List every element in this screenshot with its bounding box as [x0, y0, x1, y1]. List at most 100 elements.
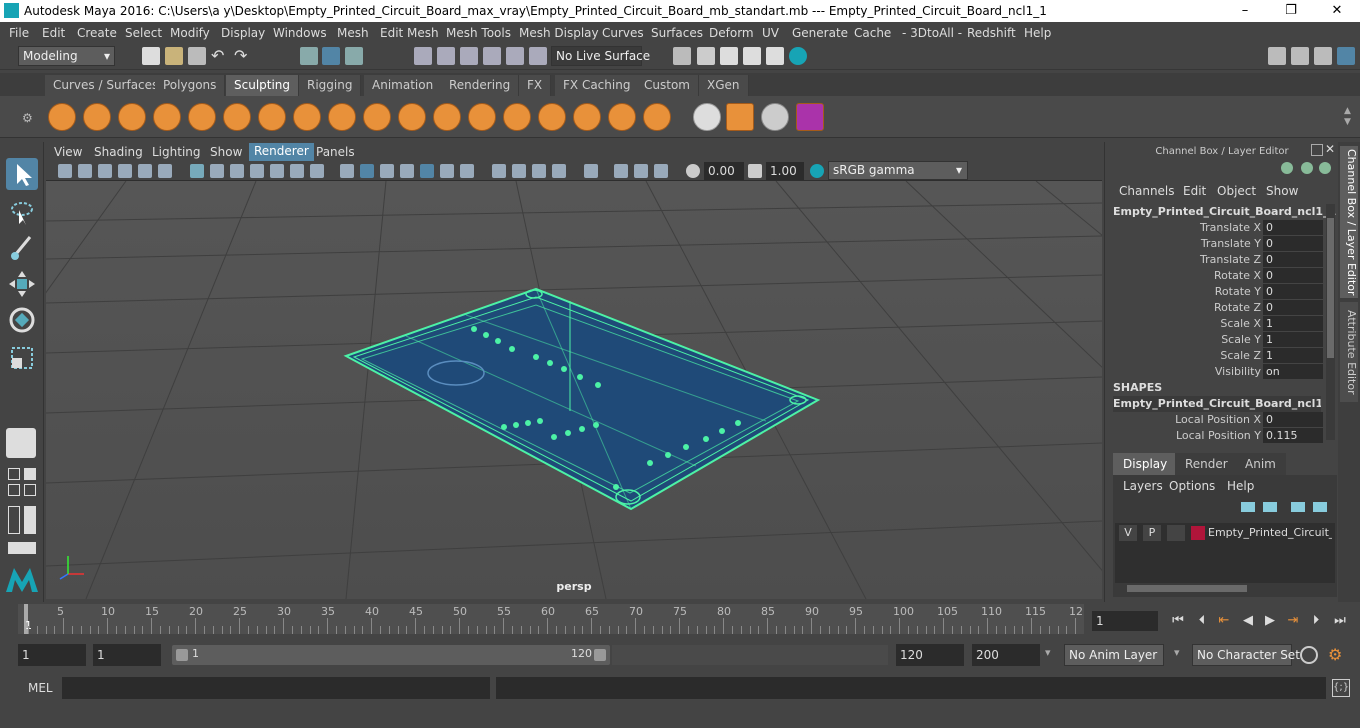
sculpt-target-icon[interactable] [796, 103, 824, 131]
camera-attributes-icon[interactable] [78, 164, 92, 178]
wax-tool-icon[interactable] [398, 103, 426, 131]
attr-scale-z[interactable]: Scale Z1 [1105, 348, 1323, 364]
chevron-down-icon[interactable]: ▾ [1174, 646, 1180, 659]
float-panel-icon[interactable] [1311, 144, 1323, 156]
menu-display[interactable]: Display [221, 26, 265, 40]
shelf-tab-polygons[interactable]: Polygons [155, 75, 226, 96]
undo-icon[interactable]: ↶ [211, 47, 229, 65]
menu-file[interactable]: File [9, 26, 29, 40]
range-slider-start-handle[interactable] [176, 649, 188, 661]
new-layer-from-selected-icon[interactable] [1263, 502, 1277, 512]
minimize-button[interactable]: – [1222, 1, 1268, 21]
menu-mesh-tools[interactable]: Mesh Tools [446, 26, 511, 40]
perspective-viewport[interactable]: persp [46, 181, 1102, 599]
live-surface-field[interactable]: No Live Surface [551, 46, 650, 66]
go-to-start-icon[interactable]: ⏮ [1170, 613, 1186, 629]
shelf-tab-fx[interactable]: FX [519, 75, 552, 96]
resolution-gate-icon[interactable] [230, 164, 244, 178]
viewport-menu-lighting[interactable]: Lighting [148, 145, 205, 159]
redo-icon[interactable]: ↷ [234, 47, 252, 65]
attr-rotate-y[interactable]: Rotate Y0 [1105, 284, 1323, 300]
graph-editor-layout-icon[interactable] [24, 506, 36, 534]
mask-icon[interactable] [761, 103, 789, 131]
step-back-icon[interactable]: ⏴ [1194, 613, 1210, 629]
menu-mesh[interactable]: Mesh [337, 26, 369, 40]
image-plane-icon[interactable] [118, 164, 132, 178]
attr-value[interactable]: 0 [1263, 268, 1323, 283]
tab-channel-box-layer-editor[interactable]: Channel Box / Layer Editor [1340, 146, 1358, 298]
cb-menu-show[interactable]: Show [1266, 184, 1298, 198]
bulge-tool-icon[interactable] [573, 103, 601, 131]
field-chart-icon[interactable] [270, 164, 284, 178]
depth-of-field-icon[interactable] [552, 164, 566, 178]
safe-action-icon[interactable] [290, 164, 304, 178]
attr-value[interactable]: 0 [1263, 284, 1323, 299]
shelf-settings-gear-icon[interactable]: ⚙ [22, 112, 34, 124]
layer-tab-display[interactable]: Display [1113, 453, 1178, 475]
attr-value[interactable]: 0.115 [1263, 428, 1323, 443]
anim-layer-selector[interactable]: No Anim Layer [1064, 644, 1164, 666]
attr-value[interactable]: 1 [1263, 332, 1323, 347]
foamy-tool-icon[interactable] [258, 103, 286, 131]
menu-deform[interactable]: Deform [709, 26, 754, 40]
color-management-icon[interactable] [810, 164, 824, 178]
imprint-tool-icon[interactable] [363, 103, 391, 131]
xray-joints-icon[interactable] [614, 164, 628, 178]
ambient-occlusion-icon[interactable] [492, 164, 506, 178]
modeling-toolkit-icon[interactable] [1268, 47, 1286, 65]
menu-cache[interactable]: Cache [854, 26, 891, 40]
channel-box-toggle-icon[interactable] [1337, 47, 1355, 65]
move-tool-icon[interactable] [6, 268, 38, 300]
select-tool-icon[interactable] [6, 158, 38, 190]
channel-box-scrollbar[interactable] [1326, 204, 1335, 440]
menu-windows[interactable]: Windows [273, 26, 327, 40]
grease-pencil-icon[interactable] [158, 164, 172, 178]
animation-preferences-icon[interactable]: ⚙ [1328, 645, 1350, 665]
make-live-icon[interactable] [529, 47, 547, 65]
layer-visibility-toggle[interactable]: V [1119, 525, 1137, 541]
current-frame-field[interactable]: 1 [1092, 611, 1158, 631]
amplify-tool-icon[interactable] [608, 103, 636, 131]
time-slider-track[interactable]: 1 51015202530354045505560657075808590951… [18, 604, 1084, 634]
close-panel-icon[interactable]: ✕ [1325, 142, 1337, 156]
animation-end-field[interactable]: 200 [972, 644, 1040, 666]
repeat-tool-icon[interactable] [328, 103, 356, 131]
film-gate-icon[interactable] [210, 164, 224, 178]
xray-icon[interactable] [400, 164, 414, 178]
script-editor-icon[interactable]: {;} [1332, 679, 1350, 697]
smooth-shade-icon[interactable] [360, 164, 374, 178]
attr-visibility[interactable]: Visibility on [1105, 364, 1323, 380]
step-back-key-icon[interactable]: ⇤ [1216, 613, 1232, 629]
rotate-tool-icon[interactable] [6, 304, 38, 336]
playback-start-field[interactable]: 1 [93, 644, 161, 666]
convert-to-frozen-icon[interactable] [726, 103, 754, 131]
xray-active-icon[interactable] [634, 164, 648, 178]
new-scene-icon[interactable] [142, 47, 160, 65]
lasso-tool-icon[interactable] [6, 196, 38, 228]
menu-select[interactable]: Select [125, 26, 162, 40]
snap-curve-icon[interactable] [437, 47, 455, 65]
step-forward-key-icon[interactable]: ⇥ [1285, 613, 1301, 629]
snap-point-icon[interactable] [460, 47, 478, 65]
paint-select-tool-icon[interactable] [6, 232, 38, 264]
backface-culling-icon[interactable] [654, 164, 668, 178]
menu-modify[interactable]: Modify [170, 26, 210, 40]
maximize-button[interactable]: ❐ [1268, 1, 1314, 21]
viewport-menu-renderer[interactable]: Renderer [249, 143, 314, 161]
layer-menu-options[interactable]: Options [1169, 479, 1215, 493]
gate-mask-icon[interactable] [250, 164, 264, 178]
range-slider[interactable]: 1 120 [172, 645, 610, 665]
attr-value[interactable]: on [1263, 364, 1323, 379]
safe-title-icon[interactable] [310, 164, 324, 178]
attr-value[interactable]: 0 [1263, 252, 1323, 267]
menu-mesh-display[interactable]: Mesh Display [519, 26, 599, 40]
time-slider[interactable]: 1 5 10 15 20 25 30 35 40 45 50 55 60 65 70 75 80 85 90 95 1… [0, 604, 1360, 634]
render-frame-icon[interactable] [720, 47, 738, 65]
viewport-menu-show[interactable]: Show [206, 145, 246, 159]
layer-tab-anim[interactable]: Anim [1235, 453, 1286, 475]
snap-view-plane-icon[interactable] [483, 47, 501, 65]
grid-layout-icon[interactable] [24, 484, 36, 496]
attr-value[interactable]: 0 [1263, 220, 1323, 235]
animation-start-field[interactable]: 1 [18, 644, 86, 666]
flatten-tool-icon[interactable] [223, 103, 251, 131]
